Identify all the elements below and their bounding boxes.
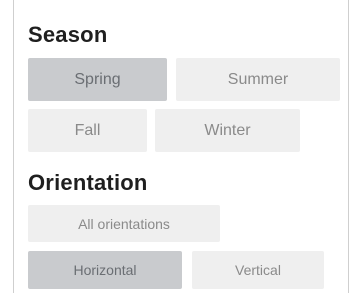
season-option-spring[interactable]: Spring bbox=[28, 58, 167, 101]
season-option-summer[interactable]: Summer bbox=[176, 58, 340, 101]
orientation-heading: Orientation bbox=[28, 170, 148, 195]
season-heading: Season bbox=[28, 22, 108, 47]
orientation-option-all[interactable]: All orientations bbox=[28, 205, 220, 242]
orientation-option-vertical[interactable]: Vertical bbox=[192, 251, 324, 289]
season-option-winter[interactable]: Winter bbox=[155, 109, 300, 152]
orientation-option-horizontal[interactable]: Horizontal bbox=[28, 251, 182, 289]
season-option-fall[interactable]: Fall bbox=[28, 109, 147, 152]
